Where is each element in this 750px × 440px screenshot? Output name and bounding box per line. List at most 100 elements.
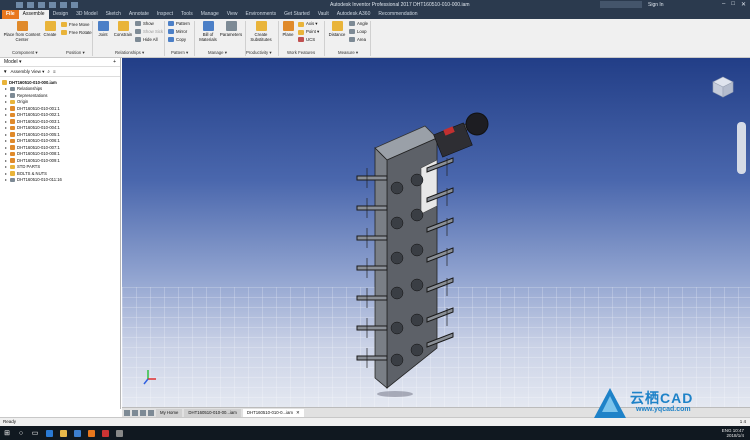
viewcube-icon[interactable] — [712, 76, 734, 98]
new-icon[interactable] — [16, 2, 23, 8]
minimize-icon[interactable]: – — [722, 1, 725, 8]
tab-3d-model[interactable]: 3D Model — [72, 10, 101, 19]
undo-icon[interactable] — [49, 2, 56, 8]
inventor-icon[interactable] — [84, 426, 98, 440]
tab-my-home[interactable]: My Home — [156, 408, 183, 417]
copy-button[interactable]: Copy — [168, 37, 186, 42]
windows-start-icon[interactable]: ⊞ — [0, 426, 14, 440]
tab-a360[interactable]: Autodesk A360 — [333, 10, 375, 19]
mountain-logo-icon — [594, 388, 626, 418]
ucs-icon — [298, 37, 304, 42]
redo-icon[interactable] — [60, 2, 67, 8]
mirror-button[interactable]: Mirror — [168, 29, 187, 34]
graphics-viewport[interactable] — [122, 58, 750, 407]
part-icon — [10, 145, 15, 150]
tab-manage[interactable]: Manage — [197, 10, 223, 19]
tab-design[interactable]: Design — [49, 10, 73, 19]
angle-button[interactable]: Angle — [349, 21, 368, 26]
hide-all-button[interactable]: Hide All — [135, 37, 158, 42]
show-sick-button[interactable]: Show Sick — [135, 29, 163, 34]
cascade-icon[interactable] — [132, 409, 138, 416]
navigation-bar[interactable] — [737, 122, 746, 174]
plane-button[interactable]: Plane — [281, 21, 295, 37]
maximize-icon[interactable]: □ — [731, 1, 735, 8]
search-icon[interactable]: ⌕ — [47, 69, 50, 74]
search-icon[interactable]: ○ — [14, 426, 28, 440]
tab-environments[interactable]: Environments — [242, 10, 281, 19]
close-tab-icon[interactable]: ✕ — [296, 409, 300, 417]
task-view-icon[interactable]: ▭ — [28, 426, 42, 440]
part-icon — [10, 158, 15, 163]
pattern-group-label[interactable]: Pattern ▾ — [171, 50, 188, 56]
free-rotate-button[interactable]: Free Rotate — [61, 30, 92, 35]
tab-inspect[interactable]: Inspect — [153, 10, 177, 19]
point-button[interactable]: Point ▾ — [298, 29, 319, 35]
save-icon[interactable] — [38, 2, 45, 8]
place-from-content-center-button[interactable]: Place from Content Center — [3, 21, 41, 42]
part-icon — [10, 106, 15, 111]
productivity-group-label[interactable]: Productivity ▾ — [246, 50, 272, 56]
add-panel-icon[interactable]: + — [113, 58, 116, 66]
pattern-item-icon — [10, 177, 15, 182]
manage-group-label[interactable]: Manage ▾ — [208, 50, 227, 56]
loop-icon — [349, 29, 355, 34]
browser-header[interactable]: Model ▾ — [4, 58, 22, 66]
title-bar: Autodesk Inventor Professional 2017 DHT1… — [0, 0, 750, 10]
component-group-label[interactable]: Component ▾ — [12, 50, 38, 56]
filter-icon[interactable]: ▼ — [3, 69, 7, 74]
tile-icon[interactable] — [124, 409, 130, 416]
tab-get-started[interactable]: Get Started — [280, 10, 314, 19]
tab-document-1[interactable]: DHT160510-010-00...iam — [184, 408, 241, 417]
tab-sketch[interactable]: Sketch — [102, 10, 125, 19]
view-dropdown[interactable]: Assembly View ▾ — [10, 69, 44, 75]
position-group-label[interactable]: Position ▾ — [66, 50, 85, 56]
list-icon[interactable] — [148, 409, 154, 416]
sign-in-link[interactable]: Sign In — [648, 2, 664, 8]
hide-all-icon — [135, 37, 141, 42]
tab-recommendation[interactable]: Recommendation — [374, 10, 421, 19]
app-icon[interactable] — [112, 426, 126, 440]
free-move-button[interactable]: Free Move — [61, 22, 90, 27]
menu-icon[interactable]: ≡ — [53, 69, 56, 74]
tab-document-2[interactable]: DHT160510-010-0...iam ✕ — [242, 408, 304, 417]
folder-icon — [10, 164, 15, 169]
area-button[interactable]: Area — [349, 37, 366, 42]
tab-view[interactable]: View — [223, 10, 242, 19]
tab-assemble[interactable]: Assemble — [18, 10, 49, 19]
substitutes-icon — [255, 21, 267, 31]
assembly-model[interactable] — [337, 98, 507, 398]
free-rotate-icon — [61, 30, 67, 35]
create-button[interactable]: Create — [42, 21, 58, 37]
relationships-group-label[interactable]: Relationships ▾ — [115, 50, 144, 56]
explorer-icon[interactable] — [56, 426, 70, 440]
joint-button[interactable]: Joint — [95, 21, 111, 37]
system-tray[interactable]: ENG 10:47 2018/1/4 — [722, 428, 744, 438]
part-icon — [10, 151, 15, 156]
open-icon[interactable] — [27, 2, 34, 8]
pattern-button[interactable]: Pattern — [168, 21, 190, 26]
loop-button[interactable]: Loop — [349, 29, 367, 34]
distance-button[interactable]: Distance — [327, 21, 347, 37]
axis-button[interactable]: Axis ▾ — [298, 21, 317, 27]
parameters-icon — [225, 21, 237, 31]
constrain-button[interactable]: Constrain — [112, 21, 134, 37]
parameters-button[interactable]: Parameters — [219, 21, 243, 37]
joint-icon — [97, 21, 109, 31]
arrange-icon[interactable] — [140, 409, 146, 416]
measure-group-label[interactable]: Measure ▾ — [338, 50, 358, 56]
store-icon[interactable] — [70, 426, 84, 440]
close-icon[interactable]: ✕ — [741, 1, 746, 8]
home-icon[interactable] — [71, 2, 78, 8]
create-substitutes-button[interactable]: Create Substitutes — [248, 21, 274, 42]
tab-vault[interactable]: Vault — [314, 10, 333, 19]
edge-icon[interactable] — [42, 426, 56, 440]
tree-item[interactable]: ▸ DHT160510-010-011:16 — [0, 177, 120, 184]
bill-of-materials-button[interactable]: Bill of Materials — [197, 21, 219, 42]
tab-annotate[interactable]: Annotate — [125, 10, 153, 19]
ucs-button[interactable]: UCS — [298, 37, 315, 42]
tab-file[interactable]: File — [2, 10, 19, 19]
tab-tools[interactable]: Tools — [177, 10, 197, 19]
show-button[interactable]: Show — [135, 21, 154, 26]
help-search-input[interactable] — [600, 1, 642, 8]
app-icon[interactable] — [98, 426, 112, 440]
